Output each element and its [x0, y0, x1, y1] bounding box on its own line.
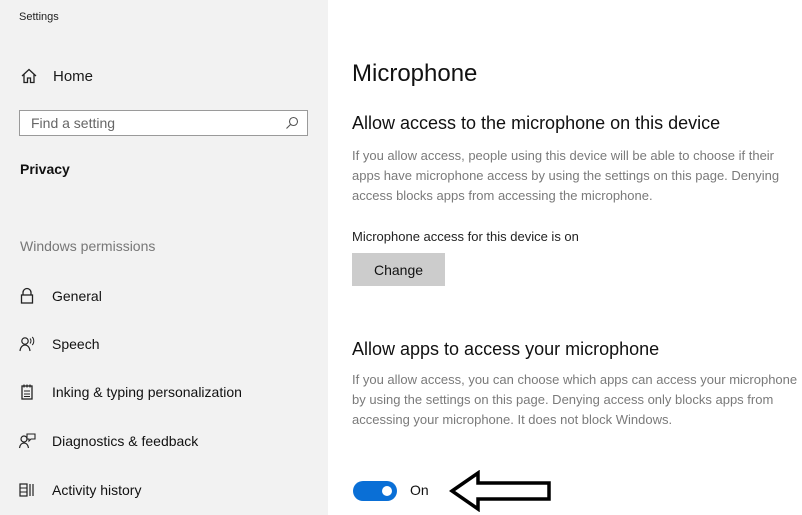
- sidebar-item-label: Diagnostics & feedback: [52, 433, 199, 449]
- apps-access-toggle[interactable]: [353, 481, 397, 501]
- section-title-privacy: Privacy: [20, 161, 70, 177]
- home-nav-item[interactable]: Home: [20, 64, 93, 88]
- home-icon: [21, 68, 37, 84]
- sidebar-item-diagnostics-feedback[interactable]: Diagnostics & feedback: [18, 428, 198, 454]
- sidebar-item-label: General: [52, 288, 102, 304]
- speech-icon: [19, 336, 35, 352]
- activity-history-icon: [19, 483, 34, 497]
- sidebar-item-speech[interactable]: Speech: [18, 331, 99, 357]
- apps-access-description: If you allow access, you can choose whic…: [352, 372, 798, 427]
- sidebar: Settings Home Privacy Windows permission…: [0, 0, 328, 515]
- sidebar-item-label: Inking & typing personalization: [52, 384, 242, 400]
- toggle-state-label: On: [410, 482, 429, 498]
- group-label-windows-permissions: Windows permissions: [20, 238, 156, 254]
- search-box[interactable]: [19, 110, 308, 136]
- apps-access-heading: Allow apps to access your microphone: [352, 339, 660, 359]
- lock-icon: [20, 287, 34, 304]
- sidebar-item-inking-typing[interactable]: Inking & typing personalization: [18, 379, 242, 405]
- sidebar-item-label: Speech: [52, 336, 100, 352]
- sidebar-item-general[interactable]: General: [18, 283, 102, 309]
- home-label: Home: [53, 67, 94, 85]
- feedback-icon: [18, 433, 36, 449]
- sidebar-item-label: Activity history: [52, 482, 142, 498]
- change-button[interactable]: Change: [352, 253, 445, 286]
- left-arrow-annotation-icon: [449, 470, 551, 512]
- device-access-heading: Allow access to the microphone on this d…: [352, 113, 721, 133]
- app-title: Settings: [19, 11, 59, 23]
- search-icon[interactable]: [285, 116, 299, 130]
- search-input[interactable]: [20, 111, 285, 135]
- toggle-knob: [382, 486, 392, 496]
- device-access-status: Microphone access for this device is on: [352, 229, 579, 244]
- device-access-description: If you allow access, people using this d…: [352, 148, 780, 203]
- sidebar-item-activity-history[interactable]: Activity history: [18, 477, 141, 503]
- notepad-icon: [21, 384, 33, 400]
- page-title: Microphone: [352, 60, 478, 87]
